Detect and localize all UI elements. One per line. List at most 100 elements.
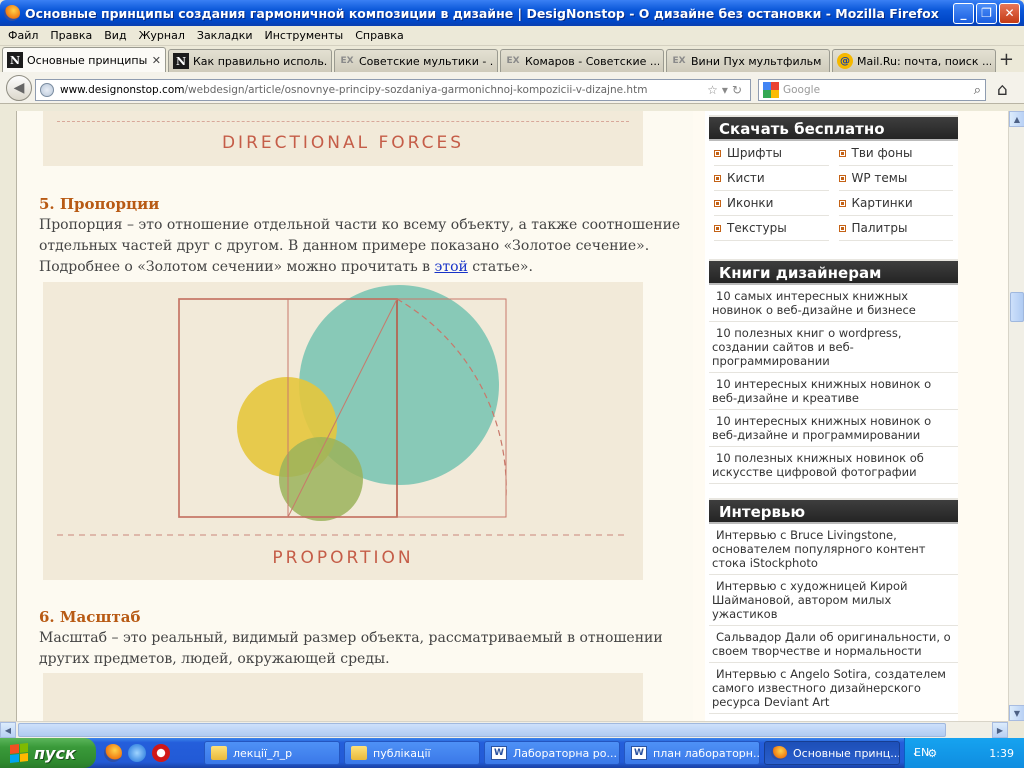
- quick-launch: [104, 744, 200, 762]
- sidebar: Скачать бесплатно Шрифты Тви фоны Кисти …: [705, 111, 958, 721]
- maximize-button[interactable]: ❐: [976, 2, 997, 24]
- ie-quicklaunch-icon[interactable]: [128, 744, 146, 762]
- book-link[interactable]: 10 интересных книжных новинок о веб-диза…: [709, 373, 958, 410]
- horizontal-scrollbar[interactable]: ◀ ▶: [0, 721, 1008, 738]
- book-link-label: 10 самых интересных книжных новинок о ве…: [712, 289, 916, 317]
- task-folder-publications[interactable]: публікації: [344, 741, 480, 765]
- tab-4[interactable]: EX Вини Пух мультфильм ...: [666, 49, 830, 72]
- close-window-button[interactable]: ✕: [999, 2, 1020, 24]
- download-item[interactable]: Текстуры: [714, 216, 829, 241]
- scroll-right-arrow-icon[interactable]: ▶: [992, 722, 1008, 738]
- menu-help[interactable]: Справка: [349, 27, 409, 44]
- url-bar[interactable]: www.designonstop.com /webdesign/article/…: [35, 79, 751, 101]
- firefox-quicklaunch-icon[interactable]: [104, 744, 122, 762]
- scroll-up-arrow-icon[interactable]: ▲: [1009, 111, 1024, 127]
- tab-3[interactable]: EX Комаров - Советские ...: [500, 49, 664, 72]
- interview-list: Интервью с Bruce Livingstone, основателе…: [709, 524, 958, 714]
- firefox-window: Основные принципы создания гармоничной к…: [0, 0, 1024, 738]
- books-widget: Книги дизайнерам 10 самых интересных кни…: [709, 259, 958, 484]
- download-item-label: Иконки: [727, 195, 774, 210]
- minimize-button[interactable]: _: [953, 2, 974, 24]
- search-bar[interactable]: Google ⌕: [758, 79, 986, 101]
- tab-5[interactable]: @ Mail.Ru: почта, поиск ...: [832, 49, 996, 72]
- tab-2[interactable]: EX Советские мультики - ...: [334, 49, 498, 72]
- close-tab-icon[interactable]: ✕: [152, 54, 161, 67]
- interview-link-label: Интервью с Bruce Livingstone, основателе…: [712, 528, 926, 570]
- download-item[interactable]: Иконки: [714, 191, 829, 216]
- download-widget: Скачать бесплатно Шрифты Тви фоны Кисти …: [709, 115, 958, 241]
- scroll-down-arrow-icon[interactable]: ▼: [1009, 705, 1024, 721]
- menu-edit[interactable]: Правка: [44, 27, 98, 44]
- task-firefox[interactable]: Основные принц...: [764, 741, 900, 765]
- interview-link[interactable]: Интервью с Angelo Sotira, создателем сам…: [709, 663, 958, 714]
- download-item[interactable]: WP темы: [838, 166, 953, 191]
- vertical-scrollbar[interactable]: ▲ ▼: [1008, 111, 1024, 721]
- window-title: Основные принципы создания гармоничной к…: [25, 5, 939, 21]
- search-icon[interactable]: ⌕: [974, 83, 981, 98]
- search-placeholder: Google: [783, 84, 821, 96]
- new-tab-icon[interactable]: +: [999, 49, 1014, 70]
- book-link-label: 10 полезных книг о wordpress, создании с…: [712, 326, 902, 368]
- clock[interactable]: 1:39: [989, 747, 1014, 760]
- folder-icon: [211, 746, 227, 760]
- download-widget-title: Скачать бесплатно: [709, 115, 958, 141]
- tab-label: Как правильно исполь...: [193, 54, 327, 68]
- download-item-label: Кисти: [727, 170, 765, 185]
- book-link[interactable]: 10 полезных книжных новинок об искусстве…: [709, 447, 958, 484]
- menu-tools[interactable]: Инструменты: [259, 27, 350, 44]
- scroll-left-arrow-icon[interactable]: ◀: [0, 722, 16, 738]
- book-link[interactable]: 10 интересных книжных новинок о веб-диза…: [709, 410, 958, 447]
- download-item-label: Текстуры: [727, 220, 787, 235]
- task-folder-lectures[interactable]: лекції_л_р: [204, 741, 340, 765]
- download-item[interactable]: Кисти: [714, 166, 829, 191]
- download-item[interactable]: Шрифты: [714, 141, 829, 166]
- book-link-label: 10 интересных книжных новинок о веб-диза…: [712, 377, 932, 405]
- task-word-lab[interactable]: W Лабораторна ро...: [484, 741, 620, 765]
- tab-label: Вини Пух мультфильм ...: [691, 54, 825, 68]
- download-item[interactable]: Тви фоны: [838, 141, 953, 166]
- task-label: лекції_л_р: [233, 746, 293, 760]
- books-widget-title: Книги дизайнерам: [709, 259, 958, 285]
- tab-1[interactable]: N Как правильно исполь...: [168, 49, 332, 72]
- task-label: публікації: [373, 746, 431, 760]
- mailru-favicon: @: [837, 53, 853, 69]
- download-item[interactable]: Палитры: [838, 216, 953, 241]
- vertical-scroll-thumb[interactable]: [1010, 292, 1024, 322]
- globe-icon: [40, 83, 54, 97]
- opera-quicklaunch-icon[interactable]: [152, 744, 170, 762]
- back-arrow-icon[interactable]: ◀: [6, 74, 32, 101]
- interview-link[interactable]: Интервью с Bruce Livingstone, основателе…: [709, 524, 958, 575]
- golden-ratio-article-link[interactable]: этой: [435, 259, 468, 275]
- google-icon[interactable]: [763, 82, 779, 98]
- firefox-icon: [4, 5, 20, 21]
- star-dropdown-reload-icons[interactable]: ☆▾↻: [707, 83, 746, 97]
- book-link[interactable]: 10 самых интересных книжных новинок о ве…: [709, 285, 958, 322]
- menu-view[interactable]: Вид: [98, 27, 132, 44]
- tab-0[interactable]: N Основные принципы с... ✕: [2, 47, 166, 72]
- menu-file[interactable]: Файл: [2, 27, 44, 44]
- interview-link[interactable]: Сальвадор Дали об оригинальности, о свое…: [709, 626, 958, 663]
- section-6-paragraph: Масштаб – это реальный, видимый размер о…: [39, 630, 663, 667]
- ex-favicon: EX: [340, 56, 354, 66]
- url-domain: www.designonstop.com: [60, 84, 185, 96]
- home-icon[interactable]: ⌂: [997, 80, 1008, 100]
- bullet-icon: [714, 224, 721, 232]
- language-indicator[interactable]: EN: [914, 746, 929, 759]
- start-button[interactable]: пуск: [0, 738, 96, 768]
- menu-history[interactable]: Журнал: [133, 27, 191, 44]
- download-item-label: Шрифты: [727, 145, 782, 160]
- section-5-title: 5. Пропорции: [39, 195, 160, 213]
- page-viewport: DIRECTIONAL FORCES 5. Пропорции Пропорци…: [16, 111, 1008, 721]
- interview-link-label: Интервью с Angelo Sotira, создателем сам…: [712, 667, 946, 709]
- task-word-plan[interactable]: Wплан лабораторн...: [624, 741, 760, 765]
- bullet-icon: [838, 149, 846, 157]
- interview-link[interactable]: Интервью с художницей Кирой Шаймановой, …: [709, 575, 958, 626]
- horizontal-scroll-thumb[interactable]: [18, 723, 946, 737]
- directional-forces-image: DIRECTIONAL FORCES: [43, 111, 643, 166]
- tab-label: Mail.Ru: почта, поиск ...: [857, 54, 991, 68]
- task-label: Основные принц...: [793, 746, 900, 760]
- firefox-icon: [771, 746, 787, 760]
- menu-bookmarks[interactable]: Закладки: [191, 27, 259, 44]
- download-item[interactable]: Картинки: [838, 191, 953, 216]
- book-link[interactable]: 10 полезных книг о wordpress, создании с…: [709, 322, 958, 373]
